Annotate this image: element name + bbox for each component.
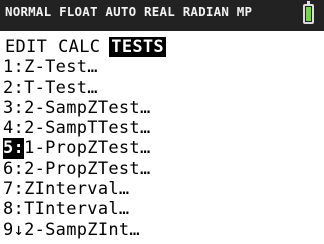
menu-item-2-samp-z-test[interactable]: 3:2-SampZTest…: [3, 98, 321, 118]
menu-item-2-samp-z-int[interactable]: 9↓2-SampZInt…: [3, 220, 321, 240]
menu-item-number: 2:: [3, 77, 25, 98]
menu-item-2-samp-t-test[interactable]: 4:2-SampTTest…: [3, 118, 321, 138]
menu-item-label: 1-PropZTest…: [24, 138, 151, 159]
menu-item-t-interval[interactable]: 8:TInterval…: [3, 199, 321, 219]
menu-item-label: ZInterval…: [24, 179, 130, 200]
menu-item-number: 1:: [3, 57, 25, 78]
menu-item-number: 4:: [3, 118, 25, 139]
menu-item-label: 2-SampTTest…: [24, 118, 151, 139]
stat-tests-menu: EDIT CALC TESTS 1:Z-Test… 2:T-Test… 3:2-…: [3, 37, 321, 240]
menu-item-number-selected: 5:: [3, 138, 25, 159]
tab-tests[interactable]: TESTS: [109, 37, 166, 58]
menu-item-1-prop-z-test[interactable]: 5:1-PropZTest…: [3, 138, 321, 159]
menu-item-number: 9↓: [3, 219, 25, 240]
menu-item-label: Z-Test…: [24, 57, 98, 78]
menu-item-2-prop-z-test[interactable]: 6:2-PropZTest…: [3, 159, 321, 179]
battery-icon: [303, 1, 314, 24]
menu-item-label: 2-PropZTest…: [24, 158, 151, 179]
battery-level: [306, 7, 311, 21]
menu-item-z-test[interactable]: 1:Z-Test…: [3, 57, 321, 77]
menu-item-number: 7:: [3, 179, 25, 200]
menu-item-t-test[interactable]: 2:T-Test…: [3, 78, 321, 98]
calculator-screen: NORMAL FLOAT AUTO REAL RADIAN MP EDIT CA…: [0, 0, 324, 244]
menu-item-number: 6:: [3, 158, 25, 179]
menu-item-number: 3:: [3, 97, 25, 118]
menu-item-number: 8:: [3, 199, 25, 220]
menu-item-label: T-Test…: [24, 77, 98, 98]
menu-item-label: TInterval…: [24, 199, 130, 220]
menu-item-label: 2-SampZTest…: [24, 97, 151, 118]
menu-tabs: EDIT CALC TESTS: [3, 37, 321, 58]
tab-edit[interactable]: EDIT: [3, 37, 49, 57]
status-bar: NORMAL FLOAT AUTO REAL RADIAN MP: [0, 0, 324, 31]
tab-calc[interactable]: CALC: [56, 37, 102, 57]
menu-item-label: 2-SampZInt…: [24, 219, 140, 240]
menu-item-z-interval[interactable]: 7:ZInterval…: [3, 179, 321, 199]
status-text: NORMAL FLOAT AUTO REAL RADIAN MP: [5, 4, 253, 19]
